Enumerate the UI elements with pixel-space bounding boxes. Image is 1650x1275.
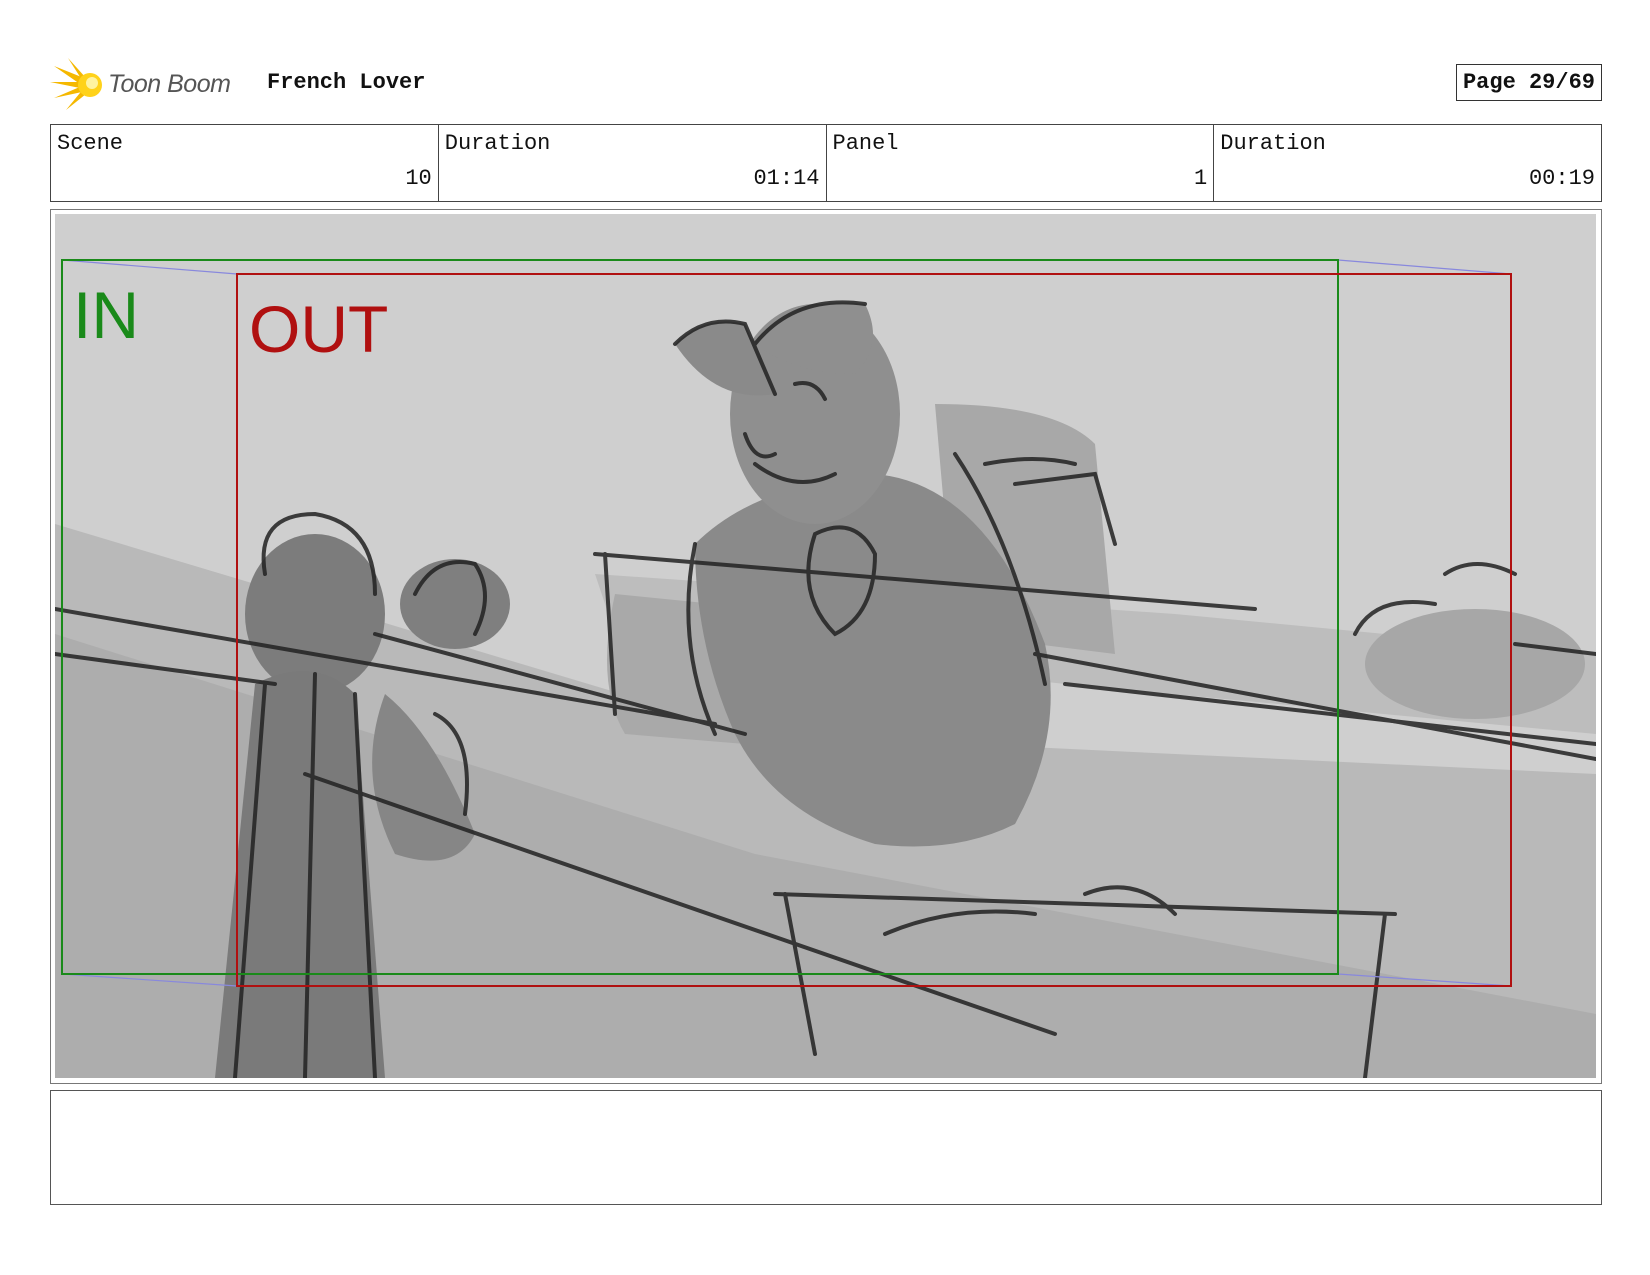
page-number: Page 29/69: [1455, 64, 1602, 101]
storyboard-panel: IN OUT: [50, 209, 1602, 1084]
toon-boom-logo-icon: [50, 58, 102, 110]
brand-name: Toon Boom: [108, 69, 231, 98]
panel-notes-box: [50, 1090, 1602, 1205]
panel-info-table: Scene 10 Duration 01:14 Panel 1 Duration…: [50, 124, 1602, 202]
panel-duration-cell: Duration 00:19: [1214, 125, 1601, 201]
scene-duration-value: 01:14: [753, 166, 820, 191]
scene-duration-label: Duration: [444, 131, 551, 156]
scene-label: Scene: [57, 131, 124, 156]
panel-label: Panel: [832, 131, 899, 156]
project-title: French Lover: [267, 70, 426, 95]
panel-duration-value: 00:19: [1528, 166, 1595, 191]
out-frame-label: OUT: [249, 292, 388, 366]
page-header: Toon Boom French Lover Page 29/69: [50, 56, 1602, 112]
storyboard-sketch: IN OUT: [55, 214, 1596, 1078]
scene-duration-cell: Duration 01:14: [439, 125, 827, 201]
scene-value: 10: [405, 166, 432, 191]
panel-cell: Panel 1: [827, 125, 1215, 201]
panel-value: 1: [1194, 166, 1208, 191]
panel-duration-label: Duration: [1220, 131, 1326, 156]
in-frame-label: IN: [73, 278, 139, 352]
brand-logo: Toon Boom: [50, 56, 231, 112]
scene-cell: Scene 10: [51, 125, 439, 201]
